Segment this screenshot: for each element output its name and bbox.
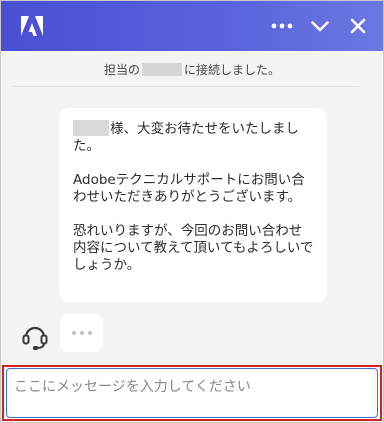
chat-window: 担当の に接続しました。 様、大変お待たせをいたしました。 Adobeテクニカルサ… [0,0,384,423]
minimize-button[interactable] [309,15,331,37]
close-icon [350,18,366,34]
connection-suffix: に接続しました。 [184,63,281,77]
redacted-agent-name [142,63,182,76]
typing-dot [71,331,76,335]
adobe-logo-icon [17,11,47,41]
message-paragraph-thanks: Adobeテクニカルサポートにお問い合わせいただきありがとうございます。 [73,172,305,205]
chevron-down-icon [311,20,329,31]
connection-prefix: 担当の [103,63,140,77]
message-composer [2,365,382,421]
typing-dot [87,331,92,335]
typing-indicator-icon [60,314,103,352]
close-button[interactable] [347,15,369,37]
more-options-button[interactable] [271,15,293,37]
chat-header [1,1,383,51]
system-divider [13,86,359,87]
more-icon [271,23,293,29]
agent-message-bubble: 様、大変お待たせをいたしました。 Adobeテクニカルサポートにお問い合わせいた… [59,108,327,302]
header-actions [271,15,369,37]
message-paragraph-question: 恐れいりますが、今回のお問い合わせ内容について教えて頂いてもよろしいでしょうか。 [73,223,314,273]
message-input[interactable] [14,377,364,407]
message-paragraph-greeting: 様、大変お待たせをいたしました。 [73,120,315,155]
redacted-customer-name [73,120,109,136]
typing-dot [79,331,84,335]
headset-icon [19,320,51,352]
connection-status-message: 担当の に接続しました。 [1,61,383,78]
